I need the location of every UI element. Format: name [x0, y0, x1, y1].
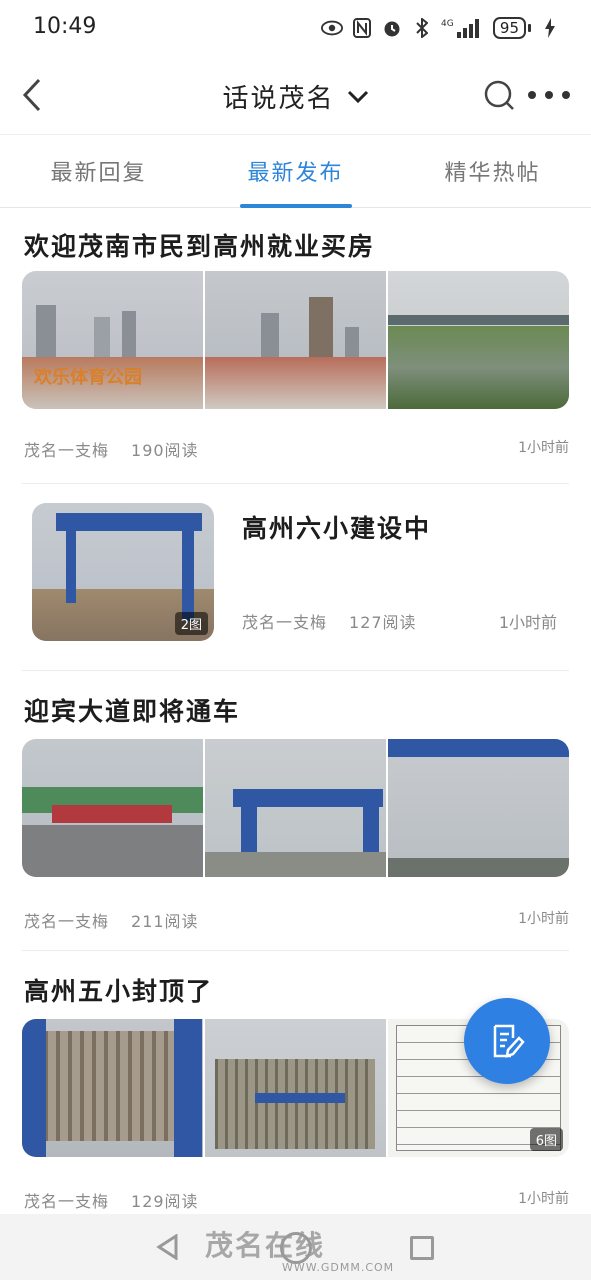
post-time: 1小时前 — [518, 911, 569, 927]
post-item[interactable]: 欢迎茂南市民到高州就业买房 欢乐体育公园 茂名一支梅 190阅读 1小时前 — [22, 207, 569, 484]
nav-recent-icon[interactable] — [410, 1236, 434, 1260]
post-read-count: 127阅读 — [349, 613, 417, 632]
post-title: 高州五小封顶了 — [24, 977, 214, 1006]
post-image — [205, 1019, 386, 1157]
bluetooth-icon — [411, 17, 433, 39]
post-image — [22, 739, 203, 877]
tab-latest-post[interactable]: 最新发布 — [197, 135, 394, 208]
post-meta: 茂名一支梅 190阅读 — [24, 437, 199, 461]
post-image-row[interactable] — [22, 739, 569, 877]
post-title: 迎宾大道即将通车 — [24, 697, 241, 726]
post-meta: 茂名一支梅 127阅读 — [242, 609, 417, 633]
post-item[interactable]: 高州五小封顶了 6图 茂名一支梅 129阅读 1小时前 — [22, 950, 569, 1212]
eye-icon — [320, 17, 343, 39]
more-icon — [528, 91, 536, 99]
nav-back-icon[interactable] — [156, 1234, 180, 1260]
page-title: 话说茂名 — [222, 84, 335, 114]
post-author: 茂名一支梅 — [242, 613, 328, 632]
svg-text:4G: 4G — [441, 19, 454, 29]
status-bar: 10:49 4G 95 — [0, 0, 591, 56]
battery-indicator: 95 — [492, 17, 531, 39]
compose-button[interactable] — [464, 998, 550, 1084]
post-image: 欢乐体育公园 — [22, 271, 203, 409]
post-image — [388, 739, 569, 877]
post-read-count: 129阅读 — [131, 1192, 199, 1211]
post-image — [388, 271, 569, 409]
signal-icon: 4G — [441, 17, 485, 39]
search-icon — [484, 80, 514, 110]
post-read-count: 190阅读 — [131, 441, 199, 460]
post-item[interactable]: 迎宾大道即将通车 茂名一支梅 211阅读 1小时前 — [22, 670, 569, 951]
post-image-row[interactable]: 欢乐体育公园 — [22, 271, 569, 409]
post-meta: 茂名一支梅 129阅读 — [24, 1188, 199, 1212]
nfc-icon — [351, 17, 373, 39]
post-meta: 茂名一支梅 211阅读 — [24, 908, 199, 932]
post-image — [205, 271, 386, 409]
post-item[interactable]: 2图 高州六小建设中 茂名一支梅 127阅读 1小时前 — [22, 483, 569, 671]
tab-latest-post-label: 最新发布 — [247, 161, 344, 186]
tab-latest-reply[interactable]: 最新回复 — [0, 135, 197, 207]
image-count-badge: 6图 — [529, 1128, 563, 1151]
post-read-count: 211阅读 — [131, 912, 199, 931]
image-count-badge: 2图 — [174, 612, 208, 635]
charging-icon — [539, 17, 561, 39]
alarm-icon — [381, 17, 403, 39]
post-time: 1小时前 — [498, 613, 557, 632]
post-title: 欢迎茂南市民到高州就业买房 — [24, 232, 376, 261]
title-bar: 话说茂名 — [0, 56, 591, 134]
nav-home-icon[interactable] — [280, 1232, 312, 1264]
post-title: 高州六小建设中 — [242, 514, 432, 543]
compose-icon — [493, 1024, 525, 1058]
post-time: 1小时前 — [518, 440, 569, 456]
tab-bar: 最新回复 最新发布 精华热帖 — [0, 134, 591, 208]
post-thumbnail[interactable]: 2图 — [32, 503, 214, 641]
chevron-down-icon — [347, 90, 368, 103]
more-button[interactable] — [528, 86, 570, 104]
system-nav-bar: 茂名在线 WWW.GDMM.COM — [0, 1214, 591, 1280]
post-author: 茂名一支梅 — [24, 1192, 110, 1211]
search-button[interactable] — [482, 78, 516, 112]
status-time: 10:49 — [33, 14, 97, 39]
tab-featured[interactable]: 精华热帖 — [394, 135, 591, 207]
post-author: 茂名一支梅 — [24, 441, 110, 460]
status-icons: 4G 95 — [320, 14, 561, 42]
post-time: 1小时前 — [518, 1191, 569, 1207]
post-image — [22, 1019, 203, 1157]
post-image — [205, 739, 386, 877]
post-author: 茂名一支梅 — [24, 912, 110, 931]
battery-level: 95 — [492, 17, 526, 39]
